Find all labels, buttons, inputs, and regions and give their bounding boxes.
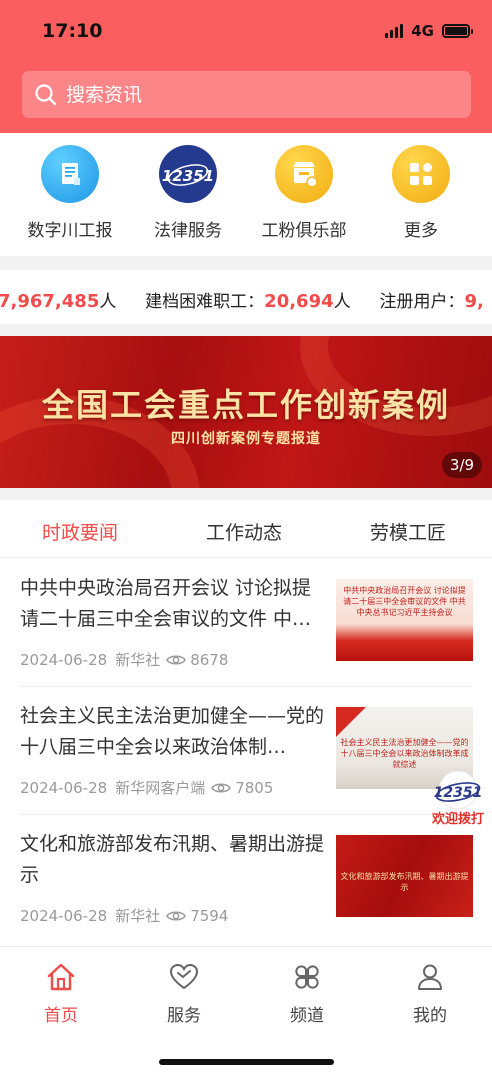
news-date: 2024-06-28 — [20, 906, 108, 925]
news-date: 2024-06-28 — [20, 778, 108, 797]
quick-link-label: 更多 — [404, 221, 438, 241]
list-item[interactable]: 社会主义民主法治更加健全——党的十八届三中全会以来政治体制… 2024-06-2… — [0, 687, 492, 815]
banner-pager: 3/9 — [442, 452, 482, 478]
grid-icon — [392, 145, 450, 203]
ticker-label: 建档困难职工： — [145, 292, 265, 312]
tab-home[interactable]: 首页 — [21, 961, 101, 1026]
float-logo-text: 12351 — [434, 785, 483, 801]
ticker-label: 注册用户： — [379, 292, 465, 312]
search-input[interactable] — [66, 83, 446, 106]
list-item[interactable]: 中共中央政治局召开会议 讨论拟提请二十届三中全会审议的文件 中… 2024-06… — [0, 559, 492, 687]
news-title: 中共中央政治局召开会议 讨论拟提请二十届三中全会审议的文件 中… — [20, 577, 312, 630]
12351-logo-text: 12351 — [162, 167, 214, 185]
divider — [0, 488, 492, 500]
tab-work-updates[interactable]: 工作动态 — [206, 518, 282, 545]
list-item[interactable]: 文化和旅游部发布汛期、暑期出游提示 2024-06-28 新华社 7594 文化… — [0, 815, 492, 943]
quick-link-legal[interactable]: 12351 法律服务 — [133, 145, 243, 241]
news-views: 8678 — [190, 650, 229, 669]
battery-icon — [442, 24, 473, 38]
search-bar[interactable] — [22, 71, 471, 118]
news-views: 7805 — [235, 778, 274, 797]
news-source: 新华社 — [115, 907, 161, 925]
divider — [0, 256, 492, 270]
ticker-value: 7,967,485 — [0, 291, 100, 312]
eye-icon — [166, 911, 187, 920]
ticker-value: 20,694 — [264, 291, 334, 312]
eye-icon — [166, 655, 187, 664]
tab-label: 频道 — [290, 1006, 324, 1026]
thumbnail-text: 社会主义民主法治更加健全——党的十八届三中全会以来政治体制改革成就综述 — [340, 738, 469, 769]
quick-links: 数字川工报 12351 法律服务 工粉俱乐部 更多 — [0, 133, 492, 256]
news-source: 新华网客户端 — [115, 779, 206, 797]
flag-decoration — [336, 707, 366, 737]
news-thumbnail: 中共中央政治局召开会议 讨论拟提请二十届三中全会审议的文件 中共中央总书记习近平… — [336, 579, 473, 661]
tab-model-workers[interactable]: 劳模工匠 — [370, 518, 446, 545]
search-icon — [35, 83, 57, 105]
stats-ticker: 7,967,485人 建档困难职工：20,694人 注册用户：9, — [0, 270, 492, 324]
float-button-label: 欢迎拨打 — [431, 812, 484, 827]
news-meta: 2024-06-28 新华社 8678 — [20, 649, 228, 670]
channel-icon — [295, 965, 319, 989]
hotline-float-button[interactable]: 12351 欢迎拨打 — [428, 770, 488, 830]
eye-icon — [211, 783, 232, 792]
quick-link-label: 数字川工报 — [27, 221, 113, 241]
home-icon — [47, 963, 75, 991]
header: 17:10 4G — [0, 0, 492, 133]
thumbnail-text: 中共中央政治局召开会议 讨论拟提请二十届三中全会审议的文件 中共中央总书记习近平… — [343, 586, 466, 617]
quick-link-club[interactable]: 工粉俱乐部 — [249, 145, 359, 241]
news-meta: 2024-06-28 新华网客户端 7805 — [20, 777, 273, 798]
divider — [0, 324, 492, 336]
home-indicator — [159, 1059, 334, 1065]
thumbnail-text: 文化和旅游部发布汛期、暑期出游提示 — [340, 872, 469, 892]
ticker-unit: 人 — [99, 292, 117, 312]
ticker-value: 9, — [464, 291, 484, 312]
banner-carousel[interactable]: 全国工会重点工作创新案例 四川创新案例专题报道 3/9 — [0, 336, 492, 488]
news-meta: 2024-06-28 新华社 7594 — [20, 905, 228, 926]
quick-link-newspaper[interactable]: 数字川工报 — [15, 145, 125, 241]
bottom-tab-bar: 首页 服务 频道 我的 — [0, 946, 492, 1074]
newspaper-icon — [41, 145, 99, 203]
tab-channels[interactable]: 频道 — [267, 961, 347, 1026]
status-time: 17:10 — [42, 20, 103, 42]
signal-icon — [385, 24, 404, 38]
news-views: 7594 — [190, 906, 229, 925]
news-title: 文化和旅游部发布汛期、暑期出游提示 — [20, 833, 325, 886]
ticker-unit: 人 — [333, 292, 351, 312]
quick-link-label: 法律服务 — [154, 221, 222, 241]
banner-subtitle: 四川创新案例专题报道 — [171, 431, 321, 447]
news-tabs: 时政要闻 工作动态 劳模工匠 — [0, 500, 492, 558]
heart-icon — [169, 963, 199, 990]
network-label: 4G — [411, 22, 434, 40]
ticker-content: 7,967,485人 建档困难职工：20,694人 注册用户：9, — [0, 287, 484, 312]
status-bar-right: 4G — [385, 22, 473, 40]
tab-label: 我的 — [413, 1006, 447, 1026]
news-title: 社会主义民主法治更加健全——党的十八届三中全会以来政治体制… — [20, 705, 325, 758]
news-thumbnail: 文化和旅游部发布汛期、暑期出游提示 — [336, 835, 473, 917]
user-icon — [418, 964, 442, 990]
12351-logo-icon: 12351 — [434, 770, 483, 810]
tab-label: 服务 — [167, 1006, 201, 1026]
store-icon — [275, 145, 333, 203]
news-source: 新华社 — [115, 651, 161, 669]
tab-label: 首页 — [44, 1006, 78, 1026]
quick-link-label: 工粉俱乐部 — [261, 221, 347, 241]
quick-link-more[interactable]: 更多 — [366, 145, 476, 241]
12351-logo-icon: 12351 — [159, 145, 217, 203]
banner-title: 全国工会重点工作创新案例 — [41, 386, 450, 424]
tab-politics[interactable]: 时政要闻 — [42, 518, 118, 545]
tab-services[interactable]: 服务 — [144, 961, 224, 1026]
tab-mine[interactable]: 我的 — [390, 961, 470, 1026]
news-date: 2024-06-28 — [20, 650, 108, 669]
